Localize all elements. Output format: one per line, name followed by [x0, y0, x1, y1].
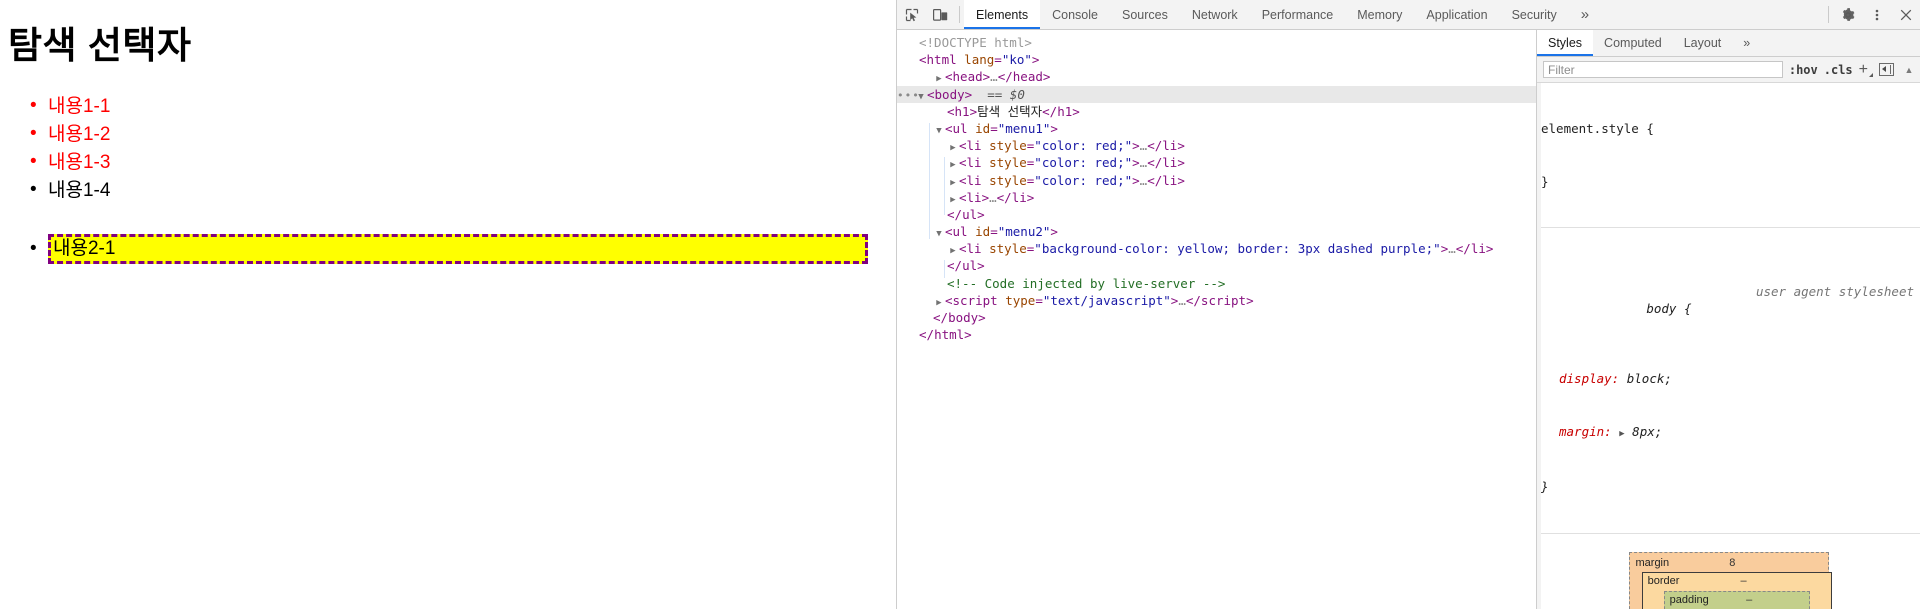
browser-with-devtools: 탐색 선택자 내용1-1 내용1-2 내용1-3 내용1-4 내용2-1	[0, 0, 1920, 609]
dom-node-doctype: <!DOCTYPE html>	[919, 35, 1032, 50]
list-item-label: 내용2-1	[53, 237, 116, 259]
margin-top-value[interactable]: 8	[1669, 555, 1795, 573]
box-model-diagram: margin 8 8 border –	[1537, 534, 1920, 609]
style-declaration[interactable]: display: block;	[1541, 370, 1920, 388]
dom-node-h1[interactable]: <h1>탐색 선택자</h1>	[897, 103, 1536, 120]
dom-node-body-close: </body>	[933, 310, 986, 325]
tab-layout[interactable]: Layout	[1673, 30, 1733, 56]
list-item: 내용1-2	[30, 120, 888, 148]
dom-node-comment: <!-- Code injected by live-server -->	[947, 275, 1226, 291]
toolbar-divider	[959, 6, 960, 23]
tab-styles[interactable]: Styles	[1537, 30, 1594, 56]
styles-tab-strip: Styles Computed Layout »	[1537, 30, 1920, 57]
dom-node-ul-close: </ul>	[947, 206, 985, 222]
new-style-rule-button[interactable]: +	[1859, 61, 1874, 78]
dom-node-ul-close: </ul>	[947, 258, 985, 274]
border-top-value[interactable]: –	[1679, 573, 1807, 591]
list-item-label: 내용1-4	[48, 179, 111, 201]
gear-icon[interactable]	[1833, 0, 1862, 29]
expand-shorthand-icon[interactable]: ▶	[1619, 429, 1624, 439]
tab-sources[interactable]: Sources	[1110, 0, 1180, 29]
padding-top-value[interactable]: –	[1709, 592, 1790, 609]
box-model-border-label: border	[1647, 575, 1680, 588]
device-toolbar-icon[interactable]	[926, 0, 955, 29]
dom-node-li-red[interactable]: <li style="color: red;">…</li>	[897, 137, 1536, 154]
dom-node-head[interactable]: <head>…</head>	[897, 68, 1536, 85]
dom-node-script[interactable]: <script type="text/javascript">…</script…	[897, 292, 1536, 309]
box-model-padding[interactable]: padding – – 689.600 × 194.637 –	[1663, 590, 1810, 609]
inspect-element-icon[interactable]	[897, 0, 926, 29]
close-icon[interactable]	[1891, 0, 1920, 29]
devtools-toolbar-right	[1824, 0, 1920, 29]
menu1-list: 내용1-1 내용1-2 내용1-3 내용1-4	[8, 92, 888, 204]
styles-more-tabs-chevron-icon[interactable]: »	[1732, 30, 1761, 56]
toggle-sidebar-icon[interactable]	[1879, 63, 1894, 76]
dom-node-li-plain[interactable]: <li>…</li>	[897, 189, 1536, 206]
devtools-toolbar: Elements Console Sources Network Perform…	[897, 0, 1920, 30]
style-rule-element-style[interactable]: element.style { }	[1537, 83, 1920, 228]
tab-performance[interactable]: Performance	[1250, 0, 1346, 29]
styles-filter-input[interactable]	[1543, 61, 1783, 78]
dom-node-li-red[interactable]: <li style="color: red;">…</li>	[897, 172, 1536, 189]
list-item: 내용1-1	[30, 92, 888, 120]
scroll-up-icon[interactable]: ▲	[1900, 65, 1918, 75]
style-rule-source: user agent stylesheet	[1755, 283, 1914, 299]
tab-computed[interactable]: Computed	[1593, 30, 1673, 56]
dom-node-li-highlighted[interactable]: <li style="background-color: yellow; bor…	[897, 240, 1536, 257]
cls-toggle[interactable]: .cls	[1824, 63, 1853, 77]
box-model-margin[interactable]: margin 8 8 border –	[1628, 551, 1832, 609]
toolbar-divider-right	[1828, 6, 1829, 23]
box-model-border[interactable]: border – – padding	[1641, 571, 1832, 609]
list-item: 내용1-3	[30, 148, 888, 176]
style-declaration[interactable]: margin: ▶ 8px;	[1541, 423, 1920, 444]
dom-node-ul-menu2[interactable]: <ul id="menu2">	[897, 223, 1536, 240]
style-rule-body[interactable]: user agent stylesheet body { display: bl…	[1537, 228, 1920, 534]
list-item-label: 내용1-3	[48, 151, 111, 173]
styles-sidebar: Styles Computed Layout » :hov .cls + ▲	[1536, 30, 1920, 609]
more-tabs-chevron-icon[interactable]: »	[1569, 0, 1601, 29]
list-item-label: 내용1-2	[48, 123, 111, 145]
dom-node-body-selected[interactable]: •••<body> == $0	[897, 85, 1536, 103]
list-item-label: 내용1-1	[48, 95, 111, 117]
devtools-tab-strip: Elements Console Sources Network Perform…	[964, 0, 1824, 29]
dom-tree-panel[interactable]: <!DOCTYPE html> <html lang="ko"> <head>……	[897, 30, 1536, 609]
menu2-list: 내용2-1	[8, 233, 888, 264]
dom-node-ul-menu1[interactable]: <ul id="menu1">	[897, 120, 1536, 137]
rendered-page-viewport: 탐색 선택자 내용1-1 내용1-2 내용1-3 내용1-4 내용2-1	[0, 0, 896, 609]
box-model-padding-label: padding	[1669, 594, 1709, 607]
tab-memory[interactable]: Memory	[1345, 0, 1414, 29]
styles-rules-list: element.style { } user agent stylesheet …	[1537, 83, 1920, 609]
devtools-panel: Elements Console Sources Network Perform…	[896, 0, 1920, 609]
tab-application[interactable]: Application	[1414, 0, 1499, 29]
devtools-body: <!DOCTYPE html> <html lang="ko"> <head>……	[897, 30, 1920, 609]
hov-toggle[interactable]: :hov	[1789, 63, 1818, 77]
tab-network[interactable]: Network	[1180, 0, 1250, 29]
dom-node-html[interactable]: <html lang="ko">	[897, 51, 1536, 68]
list-item: 내용1-4	[30, 176, 888, 204]
styles-filter-toolbar: :hov .cls + ▲	[1537, 57, 1920, 83]
tab-security[interactable]: Security	[1500, 0, 1569, 29]
tab-elements[interactable]: Elements	[964, 0, 1041, 29]
highlighted-list-item: 내용2-1	[30, 233, 868, 264]
page-title: 탐색 선택자	[8, 25, 192, 66]
styles-gutter	[1537, 83, 1541, 609]
more-options-icon[interactable]	[1862, 0, 1891, 29]
dom-node-html-close: </html>	[919, 327, 972, 343]
dom-node-li-red[interactable]: <li style="color: red;">…</li>	[897, 154, 1536, 171]
tab-console[interactable]: Console	[1040, 0, 1110, 29]
box-model-margin-label: margin	[1635, 557, 1670, 570]
